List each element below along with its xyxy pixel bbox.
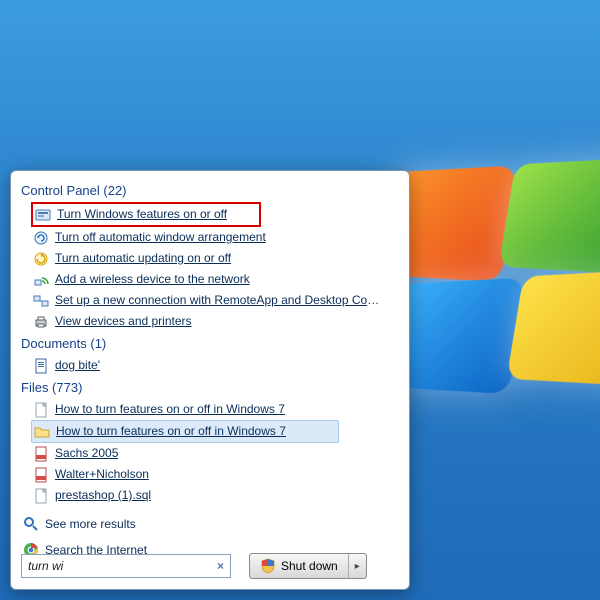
result-link[interactable]: dog bite'	[55, 357, 100, 374]
printer-icon	[33, 314, 49, 330]
shutdown-button-group: Shut down ▸	[249, 553, 367, 579]
result-add-wireless-device[interactable]: Add a wireless device to the network	[21, 269, 399, 290]
result-link[interactable]: View devices and printers	[55, 313, 192, 330]
result-link[interactable]: Turn automatic updating on or off	[55, 250, 231, 267]
clear-search-icon[interactable]: ×	[215, 559, 226, 573]
result-link[interactable]: Set up a new connection with RemoteApp a…	[55, 292, 385, 309]
shutdown-button[interactable]: Shut down	[250, 554, 348, 578]
program-icon	[35, 207, 51, 223]
shield-icon	[260, 558, 276, 574]
result-link[interactable]: Walter+Nicholson	[55, 466, 149, 483]
connection-icon	[33, 293, 49, 309]
search-box[interactable]: ×	[21, 554, 231, 578]
search-input[interactable]	[26, 558, 215, 574]
pdf-icon	[33, 446, 49, 462]
result-turn-automatic-updating[interactable]: Turn automatic updating on or off	[21, 248, 399, 269]
folder-icon	[34, 424, 50, 440]
result-turn-off-window-arrangement[interactable]: Turn off automatic window arrangement	[21, 227, 399, 248]
result-file[interactable]: Sachs 2005	[21, 443, 399, 464]
result-link[interactable]: Turn off automatic window arrangement	[55, 229, 266, 246]
section-header-control-panel: Control Panel (22)	[21, 183, 399, 198]
result-setup-connection-remoteapp[interactable]: Set up a new connection with RemoteApp a…	[21, 290, 399, 311]
result-file[interactable]: prestashop (1).sql	[21, 485, 399, 506]
shutdown-options-arrow[interactable]: ▸	[348, 554, 366, 578]
result-link[interactable]: Add a wireless device to the network	[55, 271, 250, 288]
result-turn-windows-features[interactable]: Turn Windows features on or off	[31, 202, 261, 227]
chevron-right-icon: ▸	[355, 561, 360, 572]
section-header-documents: Documents (1)	[21, 336, 399, 351]
doc-icon	[33, 358, 49, 374]
shutdown-label: Shut down	[281, 559, 338, 573]
result-file[interactable]: Walter+Nicholson	[21, 464, 399, 485]
page-icon	[33, 402, 49, 418]
see-more-results[interactable]: See more results	[21, 516, 399, 532]
start-menu-footer: × Shut down ▸	[21, 553, 399, 579]
page-icon	[33, 488, 49, 504]
result-file[interactable]: How to turn features on or off in Window…	[21, 399, 399, 420]
result-link[interactable]: How to turn features on or off in Window…	[56, 423, 286, 440]
start-menu-search-results: Control Panel (22) Turn Windows features…	[10, 170, 410, 590]
search-icon	[23, 516, 39, 532]
result-view-devices-printers[interactable]: View devices and printers	[21, 311, 399, 332]
result-link[interactable]: Turn Windows features on or off	[57, 206, 227, 223]
result-document[interactable]: dog bite'	[21, 355, 399, 376]
result-link[interactable]: Sachs 2005	[55, 445, 118, 462]
update-icon	[33, 251, 49, 267]
arrow-cycle-icon	[33, 230, 49, 246]
wireless-icon	[33, 272, 49, 288]
result-file-selected[interactable]: How to turn features on or off in Window…	[31, 420, 339, 443]
see-more-results-link[interactable]: See more results	[45, 517, 136, 531]
result-link[interactable]: How to turn features on or off in Window…	[55, 401, 285, 418]
pdf-icon	[33, 467, 49, 483]
result-link[interactable]: prestashop (1).sql	[55, 487, 151, 504]
section-header-files: Files (773)	[21, 380, 399, 395]
